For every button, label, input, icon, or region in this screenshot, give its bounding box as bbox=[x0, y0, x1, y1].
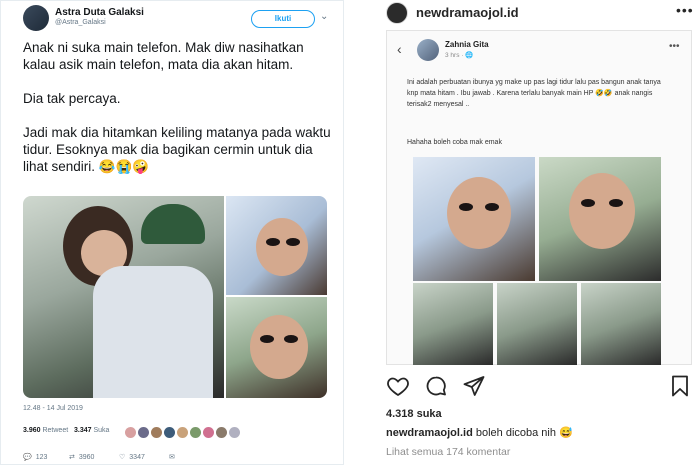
like-count[interactable]: 3.347 bbox=[74, 427, 92, 434]
comment-icon[interactable] bbox=[424, 374, 448, 398]
like-count[interactable]: 4.318 suka bbox=[386, 408, 442, 420]
caption-text: boleh dicoba nih 😅 bbox=[472, 427, 573, 439]
liker-avatar[interactable] bbox=[190, 427, 201, 438]
liker-avatar[interactable] bbox=[138, 427, 149, 438]
reply-icon: 💬 bbox=[23, 454, 32, 461]
tweet-photo-sleeping[interactable] bbox=[226, 196, 327, 295]
photo-eye bbox=[459, 203, 473, 211]
chevron-down-icon[interactable]: ⌄ bbox=[320, 11, 328, 22]
photo-eye bbox=[609, 199, 623, 207]
like-action-count: 3347 bbox=[129, 454, 145, 461]
back-arrow-icon: ‹ bbox=[397, 41, 402, 57]
fb-post-text-secondary: Hahaha boleh coba mak emak bbox=[407, 139, 502, 146]
tweet-author-handle[interactable]: @Astra_Galaksi bbox=[55, 19, 106, 26]
like-label: Suka bbox=[93, 427, 110, 434]
fb-photo-crying bbox=[539, 157, 661, 281]
fb-post-time: 3 hrs · 🌐 bbox=[445, 52, 474, 59]
liker-avatar[interactable] bbox=[177, 427, 188, 438]
photo-face bbox=[250, 315, 308, 379]
tweet-photo-crying[interactable] bbox=[226, 297, 327, 398]
tweet-media[interactable] bbox=[23, 196, 327, 398]
liker-avatar[interactable] bbox=[164, 427, 175, 438]
photo-eye bbox=[581, 199, 595, 207]
view-comments-link[interactable]: Lihat semua 174 komentar bbox=[386, 446, 510, 458]
photo-figure bbox=[141, 204, 205, 244]
instagram-actions bbox=[386, 374, 696, 398]
reply-count: 123 bbox=[35, 454, 48, 461]
photo-eye bbox=[286, 238, 300, 246]
instagram-username[interactable]: newdramaojol.id bbox=[416, 5, 519, 20]
liker-avatars[interactable] bbox=[125, 425, 242, 443]
heart-icon[interactable] bbox=[386, 374, 410, 398]
fb-photo-hug-2 bbox=[497, 283, 577, 365]
photo-eye bbox=[485, 203, 499, 211]
photo-face bbox=[256, 218, 308, 276]
tweet-text: Anak ni suka main telefon. Mak diw nasih… bbox=[23, 40, 331, 174]
retweet-button[interactable]: ⇄ 3960 bbox=[69, 453, 94, 461]
tweet-header: Astra Duta Galaksi @Astra_Galaksi Ikuti … bbox=[23, 5, 333, 31]
follow-button[interactable]: Ikuti bbox=[251, 10, 315, 28]
fb-photo-sleeping bbox=[413, 157, 535, 281]
facebook-screenshot[interactable]: ‹ Zahnia Gita 3 hrs · 🌐 ••• Ini adalah p… bbox=[386, 30, 692, 365]
photo-eye bbox=[260, 335, 274, 343]
fb-photo-hug-1 bbox=[413, 283, 493, 365]
heart-icon: ♡ bbox=[119, 454, 126, 461]
photo-face bbox=[447, 177, 511, 249]
photo-eye bbox=[284, 335, 298, 343]
retweet-action-count: 3960 bbox=[78, 454, 95, 461]
more-options-icon[interactable]: ••• bbox=[676, 2, 694, 18]
bookmark-icon[interactable] bbox=[668, 374, 692, 398]
photo-face bbox=[569, 173, 635, 249]
liker-avatar[interactable] bbox=[216, 427, 227, 438]
mail-icon: ✉ bbox=[169, 454, 175, 461]
reply-button[interactable]: 💬 123 bbox=[23, 453, 47, 461]
share-icon[interactable] bbox=[462, 374, 486, 398]
like-button[interactable]: ♡ 3347 bbox=[119, 453, 145, 461]
caption-username[interactable]: newdramaojol.id bbox=[386, 427, 473, 439]
tweet-card: Astra Duta Galaksi @Astra_Galaksi Ikuti … bbox=[0, 0, 344, 465]
tweet-timestamp[interactable]: 12.48 - 14 Jul 2019 bbox=[23, 405, 83, 412]
liker-avatar[interactable] bbox=[203, 427, 214, 438]
liker-avatar[interactable] bbox=[125, 427, 136, 438]
message-button[interactable]: ✉ bbox=[169, 453, 175, 461]
retweet-label: Retweet bbox=[42, 427, 69, 434]
fb-post-text: Ini adalah perbuatan ibunya yg make up p… bbox=[407, 79, 661, 108]
photo-eye bbox=[266, 238, 280, 246]
more-options-icon: ••• bbox=[669, 41, 680, 52]
photo-figure bbox=[93, 266, 213, 398]
tweet-author-name[interactable]: Astra Duta Galaksi bbox=[55, 7, 144, 18]
avatar[interactable] bbox=[23, 5, 49, 31]
post-caption: newdramaojol.id boleh dicoba nih 😅 bbox=[386, 426, 573, 439]
avatar bbox=[417, 39, 439, 61]
instagram-post: newdramaojol.id ••• ‹ Zahnia Gita 3 hrs … bbox=[372, 0, 700, 465]
retweet-icon: ⇄ bbox=[69, 454, 75, 461]
fb-photo-hug-3 bbox=[581, 283, 661, 365]
instagram-header: newdramaojol.id ••• bbox=[386, 0, 696, 26]
fb-author-name: Zahnia Gita bbox=[445, 40, 489, 49]
retweet-count[interactable]: 3.960 bbox=[23, 427, 41, 434]
avatar[interactable] bbox=[386, 2, 408, 24]
tweet-photo-hug[interactable] bbox=[23, 196, 224, 398]
liker-avatar[interactable] bbox=[229, 427, 240, 438]
screenshot-composite: Astra Duta Galaksi @Astra_Galaksi Ikuti … bbox=[0, 0, 700, 465]
liker-avatar[interactable] bbox=[151, 427, 162, 438]
